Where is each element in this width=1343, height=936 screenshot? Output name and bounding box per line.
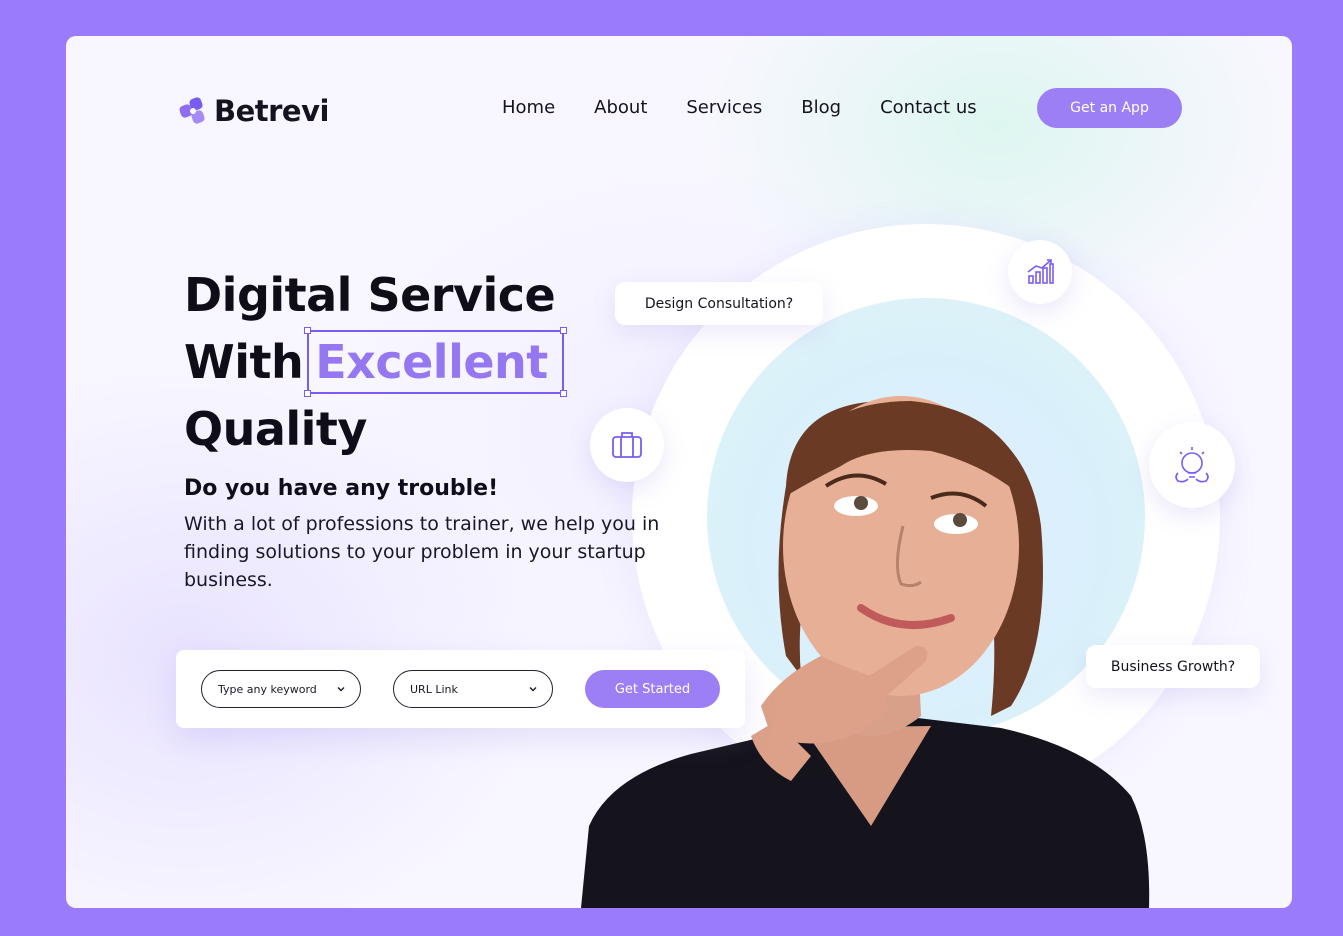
- hero-title-prefix: With: [184, 335, 304, 389]
- get-app-button[interactable]: Get an App: [1037, 88, 1182, 128]
- brand-logo[interactable]: Betrevi: [178, 94, 329, 128]
- hero-title: Digital Service With Excellent Quality: [184, 262, 567, 463]
- business-growth-bubble: Business Growth?: [1086, 645, 1260, 688]
- nav-blog[interactable]: Blog: [801, 96, 841, 120]
- chart-growth-icon: [1008, 240, 1072, 304]
- hero-description: With a lot of professions to trainer, we…: [184, 513, 660, 591]
- nav-contact[interactable]: Contact us: [880, 96, 977, 120]
- landing-page-card: Betrevi Home About Services Blog Contact…: [66, 36, 1292, 908]
- keyword-select[interactable]: Type any keyword: [201, 670, 361, 708]
- nav-about[interactable]: About: [594, 96, 647, 120]
- nav-home[interactable]: Home: [502, 96, 555, 120]
- hero-title-line-1: Digital Service: [184, 268, 556, 322]
- nav-services[interactable]: Services: [686, 96, 762, 120]
- search-card: Type any keyword URL Link Get Started: [176, 650, 745, 728]
- logo-icon: [179, 97, 205, 124]
- hero-title-line-3: Quality: [184, 402, 367, 456]
- brand-name: Betrevi: [214, 94, 329, 128]
- chevron-down-icon: [337, 687, 345, 692]
- briefcase-icon: [590, 408, 664, 482]
- hero-title-highlight: Excellent: [304, 327, 567, 397]
- design-consultation-bubble: Design Consultation?: [615, 282, 823, 325]
- hero-title-line-2: With Excellent: [184, 327, 567, 397]
- url-select[interactable]: URL Link: [393, 670, 553, 708]
- chevron-down-icon: [529, 687, 537, 692]
- hero-title-highlight-text: Excellent: [315, 335, 548, 389]
- url-select-label: URL Link: [410, 682, 458, 696]
- keyword-select-label: Type any keyword: [218, 682, 317, 696]
- hero-subhead: Do you have any trouble!: [184, 476, 499, 501]
- lightbulb-brain-icon: [1149, 422, 1235, 508]
- main-nav: Home About Services Blog Contact us: [502, 96, 977, 120]
- get-started-button[interactable]: Get Started: [585, 670, 720, 708]
